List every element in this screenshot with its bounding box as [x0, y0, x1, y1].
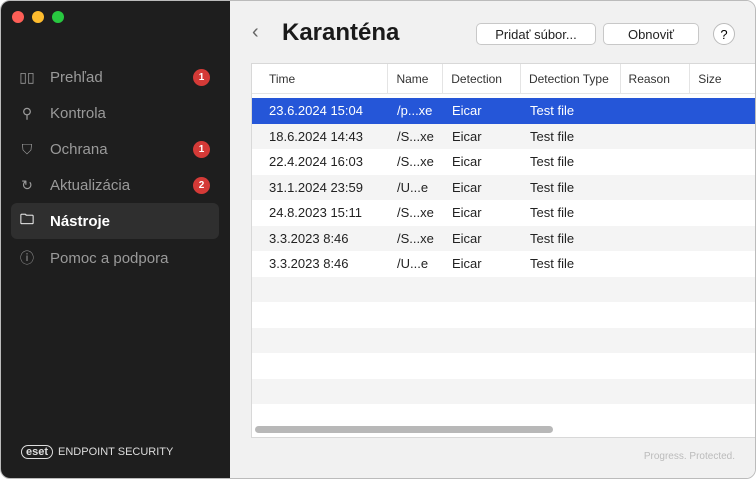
shield-icon: ⛉ [18, 141, 36, 158]
refresh-icon: ↻ [18, 177, 36, 194]
table-cell: Test file [522, 180, 622, 195]
table-cell: /S...xe [389, 154, 444, 169]
notification-badge: 1 [193, 141, 210, 158]
table-cell: /U...e [389, 256, 444, 271]
dashboard-icon: ▯▯ [18, 69, 36, 86]
empty-row [252, 328, 756, 354]
sidebar-item-label: Kontrola [50, 105, 106, 122]
table-cell: /p...xe [389, 103, 444, 118]
table-cell: 24.8.2023 15:11 [252, 205, 389, 220]
briefcase-icon: 🗀 [18, 209, 36, 233]
zoom-window-button[interactable] [52, 11, 64, 23]
app-window: ▯▯ Prehľad 1 ⚲ Kontrola ⛉ Ochrana 1 ↻ Aktualiz… [0, 0, 756, 479]
page-title: Karanténa [282, 19, 399, 47]
horizontal-scrollbar[interactable] [255, 426, 553, 433]
help-circle-icon: ⓘ [18, 248, 36, 268]
notification-badge: 1 [193, 69, 210, 86]
notification-badge: 2 [193, 177, 210, 194]
main-panel: ‹ Karanténa Pridať súbor... Obnoviť ? Ti… [230, 1, 755, 478]
table-row[interactable]: 31.1.2024 23:59/U...eEicarTest file [252, 175, 756, 201]
sidebar-item-protection[interactable]: ⛉ Ochrana 1 [11, 131, 219, 167]
search-icon: ⚲ [18, 105, 36, 122]
eset-logo: eset ENDPOINT SECURITY [21, 445, 173, 459]
help-button[interactable]: ? [713, 23, 735, 45]
table-row[interactable]: 3.3.2023 8:46/S...xeEicarTest file [252, 226, 756, 252]
table-cell: 18.6.2024 14:43 [252, 129, 389, 144]
sidebar-item-help[interactable]: ⓘ Pomoc a podpora [11, 240, 219, 276]
close-window-button[interactable] [12, 11, 24, 23]
column-header-detection-type[interactable]: Detection Type [521, 64, 621, 93]
table-cell: 23.6.2024 15:04 [252, 103, 389, 118]
refresh-button[interactable]: Obnoviť [603, 23, 699, 45]
sidebar-item-scan[interactable]: ⚲ Kontrola [11, 95, 219, 131]
sidebar-item-update[interactable]: ↻ Aktualizácia 2 [11, 167, 219, 203]
table-cell: Eicar [444, 103, 522, 118]
table-cell: Eicar [444, 154, 522, 169]
logo-mark: eset [21, 445, 53, 459]
empty-row [252, 302, 756, 328]
product-name: ENDPOINT SECURITY [58, 446, 173, 458]
sidebar-item-tools[interactable]: 🗀 Nástroje [11, 203, 219, 239]
empty-row [252, 353, 756, 379]
table-row[interactable]: 18.6.2024 14:43/S...xeEicarTest file [252, 124, 756, 150]
table-cell: /U...e [389, 180, 444, 195]
sidebar-item-label: Nástroje [50, 213, 110, 230]
column-header-name[interactable]: Name [388, 64, 443, 93]
minimize-window-button[interactable] [32, 11, 44, 23]
column-header-detection[interactable]: Detection [443, 64, 521, 93]
table-cell: Eicar [444, 256, 522, 271]
sidebar-item-label: Ochrana [50, 141, 108, 158]
table-cell: 31.1.2024 23:59 [252, 180, 389, 195]
sidebar-item-label: Prehľad [50, 69, 103, 86]
column-header-reason[interactable]: Reason [621, 64, 691, 93]
tagline: Progress. Protected. [644, 451, 735, 462]
table-cell: Test file [522, 205, 622, 220]
table-cell: Test file [522, 103, 622, 118]
table-cell: Eicar [444, 180, 522, 195]
table-header: Time Name Detection Detection Type Reaso… [252, 64, 756, 94]
table-row[interactable]: 23.6.2024 15:04/p...xeEicarTest file [252, 98, 756, 124]
table-cell: Test file [522, 154, 622, 169]
sidebar-item-label: Aktualizácia [50, 177, 130, 194]
table-cell: /S...xe [389, 231, 444, 246]
empty-row [252, 379, 756, 405]
table-cell: 22.4.2024 16:03 [252, 154, 389, 169]
add-file-button[interactable]: Pridať súbor... [476, 23, 596, 45]
sidebar-item-overview[interactable]: ▯▯ Prehľad 1 [11, 59, 219, 95]
empty-row [252, 277, 756, 303]
table-row[interactable]: 22.4.2024 16:03/S...xeEicarTest file [252, 149, 756, 175]
table-cell: /S...xe [389, 205, 444, 220]
column-header-size[interactable]: Size [690, 64, 756, 93]
table-row[interactable]: 24.8.2023 15:11/S...xeEicarTest file [252, 200, 756, 226]
table-cell: /S...xe [389, 129, 444, 144]
table-cell: Test file [522, 256, 622, 271]
table-cell: Test file [522, 231, 622, 246]
table-cell: 3.3.2023 8:46 [252, 231, 389, 246]
quarantine-table: Time Name Detection Detection Type Reaso… [251, 63, 756, 438]
table-cell: Eicar [444, 231, 522, 246]
table-row[interactable]: 3.3.2023 8:46/U...eEicarTest file [252, 251, 756, 277]
table-cell: Eicar [444, 129, 522, 144]
table-cell: Test file [522, 129, 622, 144]
column-header-time[interactable]: Time [252, 64, 388, 93]
table-cell: 3.3.2023 8:46 [252, 256, 389, 271]
sidebar: ▯▯ Prehľad 1 ⚲ Kontrola ⛉ Ochrana 1 ↻ Aktualiz… [1, 1, 230, 479]
table-cell: Eicar [444, 205, 522, 220]
sidebar-item-label: Pomoc a podpora [50, 250, 168, 267]
back-chevron-icon[interactable]: ‹ [252, 21, 259, 44]
